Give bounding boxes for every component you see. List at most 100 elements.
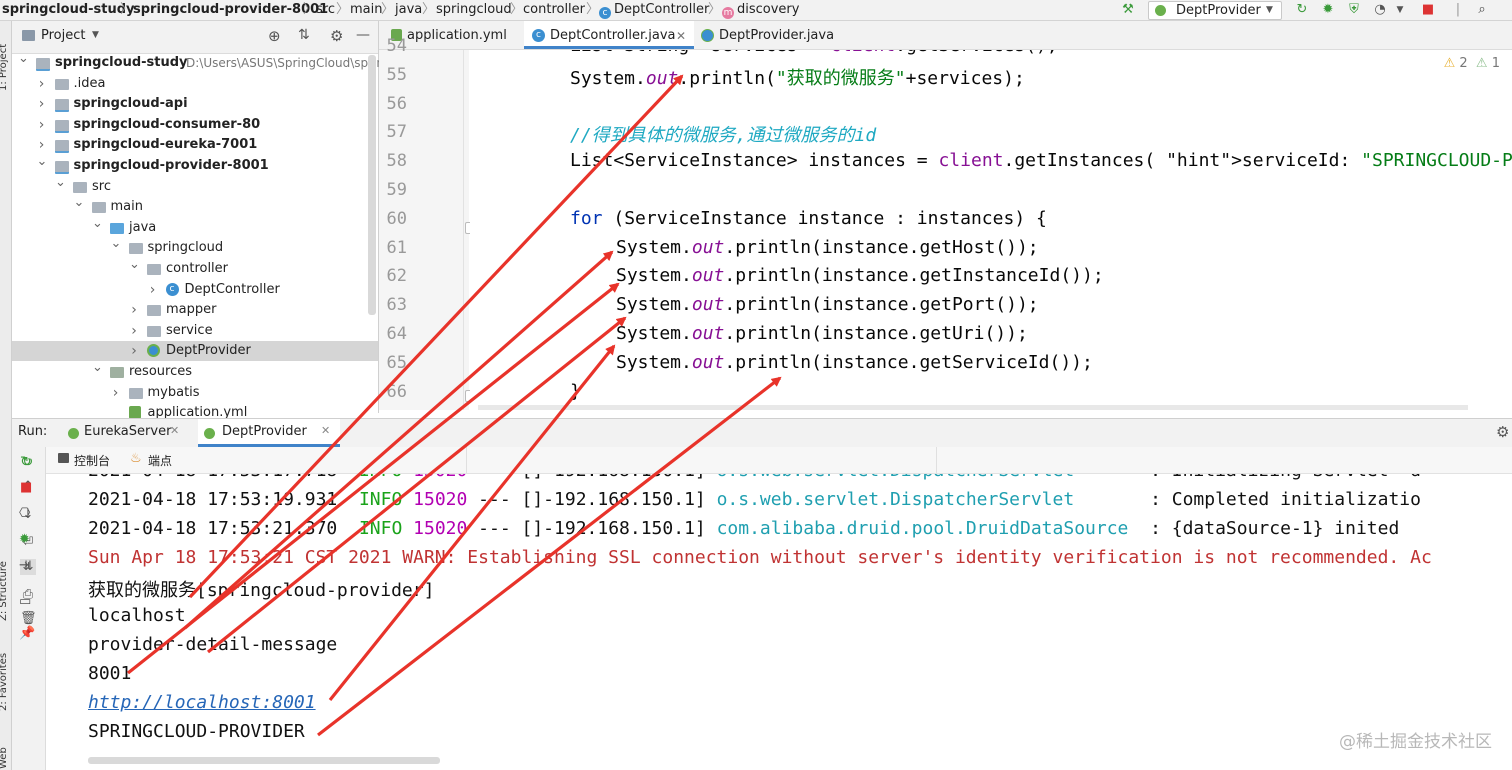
structure-tool-tab[interactable]: Z: Structure xyxy=(0,561,9,621)
breadcrumb-item[interactable]: controller xyxy=(523,1,585,19)
console-output[interactable]: 2021-04-18 17:53:17.718 INFO 15020 --- [… xyxy=(46,474,1512,770)
chevron-down-icon[interactable]: ▼ xyxy=(1392,2,1408,18)
tree-item[interactable]: ⌄ springcloud xyxy=(12,236,378,258)
breadcrumb-item-class[interactable]: c DeptController xyxy=(599,1,709,19)
tree-item[interactable]: ⌄ springcloud-provider-8001 xyxy=(12,154,378,176)
code-line: for (ServiceInstance instance : instance… xyxy=(570,207,1047,229)
run-tab-deptprovider[interactable]: DeptProvider ✕ xyxy=(198,419,340,447)
collapse-arrow-icon[interactable]: › xyxy=(129,321,139,341)
collapse-all-icon[interactable]: ⇅ xyxy=(298,27,310,43)
output-link[interactable]: http://localhost:8001 xyxy=(88,692,316,713)
editor-hscroll[interactable] xyxy=(478,405,1468,410)
collapse-arrow-icon[interactable]: › xyxy=(129,300,139,320)
project-tool-tab[interactable]: 1: Project xyxy=(0,44,9,91)
layout-icon[interactable]: ▭ xyxy=(19,594,31,609)
log-line: 2021-04-18 17:53:19.931 INFO 15020 --- [… xyxy=(88,489,1421,510)
gear-icon[interactable]: ⚙ xyxy=(1496,423,1509,441)
collapse-arrow-icon[interactable]: › xyxy=(148,280,158,300)
tree-item[interactable]: › mybatis xyxy=(12,383,378,403)
log-line: 2021-04-18 17:53:17.718 INFO 15020 --- [… xyxy=(88,474,1421,481)
subtab-console[interactable]: 控制台 xyxy=(54,447,124,473)
breadcrumb-item[interactable]: src xyxy=(316,1,335,19)
collapse-arrow-icon[interactable]: › xyxy=(111,383,121,403)
tree-scrollbar[interactable] xyxy=(368,55,376,315)
expand-arrow-icon[interactable]: ⌄ xyxy=(92,214,103,234)
tree-item[interactable]: › service xyxy=(12,321,378,341)
tree-item[interactable]: › .idea xyxy=(12,74,378,94)
tab-deptcontroller-java[interactable]: c DeptController.java ✕ xyxy=(524,21,694,49)
tree-item-label: mybatis xyxy=(147,384,200,400)
close-icon[interactable]: ✕ xyxy=(676,21,686,51)
breadcrumb-separator: 〉 xyxy=(422,2,436,17)
chevron-down-icon[interactable]: ▼ xyxy=(92,30,99,40)
expand-arrow-icon[interactable]: ⌄ xyxy=(55,173,66,193)
close-icon[interactable]: ✕ xyxy=(321,424,330,437)
tree-item[interactable]: ⌄ controller xyxy=(12,257,378,279)
run-tab-eurekaserver[interactable]: EurekaServer ✕ xyxy=(62,419,192,447)
debug-bug-icon[interactable]: ✹ xyxy=(1320,2,1336,18)
exit-icon[interactable]: ⇥ xyxy=(19,558,30,573)
breadcrumb-item[interactable]: main xyxy=(350,1,382,19)
console-hscroll[interactable] xyxy=(88,757,440,764)
navigation-bar: springcloud-study 〉 springcloud-provider… xyxy=(0,0,1512,21)
pin-icon[interactable]: 📌 xyxy=(19,626,35,641)
build-hammer-icon[interactable]: ⚒ xyxy=(1120,2,1136,18)
expand-arrow-icon[interactable]: ⌄ xyxy=(111,234,122,254)
code-editor[interactable]: ⚠ 2 ⚠ 1 List<String> services = client.g… xyxy=(470,50,1512,410)
line-number: 60 xyxy=(386,208,407,229)
resources-folder-icon xyxy=(110,367,124,378)
tree-item[interactable]: › springcloud-consumer-80 xyxy=(12,115,378,135)
hide-icon[interactable]: — xyxy=(356,27,370,43)
tree-item[interactable]: ⌄ springcloud-study D:\Users\ASUS\SpringCl… xyxy=(12,51,384,73)
tree-item[interactable]: ⌄ main xyxy=(12,195,378,217)
tree-item[interactable]: ⌄ resources xyxy=(12,360,378,382)
search-icon[interactable]: ⌕ xyxy=(1474,2,1490,18)
project-view-selector[interactable]: Project xyxy=(41,28,85,43)
tab-label: DeptProvider.java xyxy=(719,28,835,43)
tree-item[interactable]: › mapper xyxy=(12,300,378,320)
expand-arrow-icon[interactable]: ⌄ xyxy=(129,255,140,275)
code-line: System.out.println(instance.getInstanceI… xyxy=(616,265,1104,287)
favorites-tool-tab[interactable]: 2: Favorites xyxy=(0,653,9,711)
collapse-arrow-icon[interactable]: › xyxy=(37,74,47,94)
coverage-icon[interactable]: ⛨ xyxy=(1346,2,1362,18)
profile-icon[interactable]: ◔ xyxy=(1372,2,1388,18)
inspection-widget[interactable]: ⚠ 2 ⚠ 1 xyxy=(1444,56,1500,71)
stop-icon[interactable]: ■ xyxy=(20,480,32,495)
tree-item[interactable]: ⌄ java xyxy=(12,216,378,238)
locate-icon[interactable]: ⊕ xyxy=(268,27,281,45)
subtab-endpoints[interactable]: ♨ 端点 xyxy=(128,447,188,473)
expand-arrow-icon[interactable]: ⌄ xyxy=(37,152,48,172)
line-number: 59 xyxy=(386,180,407,200)
collapse-arrow-icon[interactable]: › xyxy=(37,94,47,114)
tree-item[interactable]: ⌄ src xyxy=(12,175,378,197)
debug-bug-icon[interactable]: ✹ xyxy=(19,532,30,547)
camera-icon[interactable]: ⎔ xyxy=(19,506,30,521)
breadcrumb-item[interactable]: springcloud xyxy=(436,1,512,19)
tree-item[interactable]: › springcloud-api xyxy=(12,94,378,114)
breadcrumb-item-method[interactable]: m discovery xyxy=(722,1,799,19)
gear-icon[interactable]: ⚙ xyxy=(330,27,343,45)
tree-item[interactable]: › springcloud-eureka-7001 xyxy=(12,135,378,155)
expand-arrow-icon[interactable]: ⌄ xyxy=(74,193,85,213)
close-icon[interactable]: ✕ xyxy=(170,424,179,437)
expand-arrow-icon[interactable]: ⌄ xyxy=(92,358,103,378)
collapse-arrow-icon[interactable]: › xyxy=(129,341,139,361)
stop-icon[interactable]: ■ xyxy=(1420,2,1436,18)
web-tool-tab[interactable]: Web xyxy=(0,747,9,769)
code-line: System.out.println(instance.getUri()); xyxy=(616,323,1028,344)
tab-deptprovider-java[interactable]: DeptProvider.java xyxy=(697,21,847,49)
breadcrumb-item[interactable]: java xyxy=(395,1,422,19)
breadcrumb-item[interactable]: springcloud-study xyxy=(2,1,135,19)
breadcrumb-item[interactable]: springcloud-provider-8001 xyxy=(133,1,328,19)
tree-item[interactable]: › c DeptController xyxy=(12,280,378,300)
module-folder-icon xyxy=(54,119,69,133)
folder-icon xyxy=(54,78,69,90)
run-config-dropdown[interactable]: DeptProvider ▼ xyxy=(1148,1,1282,20)
module-folder-icon xyxy=(36,58,50,71)
tree-item[interactable]: › DeptProvider xyxy=(12,341,378,362)
rerun-icon[interactable]: ↻ xyxy=(20,454,32,470)
rerun-icon[interactable]: ↻ xyxy=(1294,2,1310,18)
collapse-arrow-icon[interactable]: › xyxy=(37,115,47,135)
expand-arrow-icon[interactable]: ⌄ xyxy=(18,49,29,69)
